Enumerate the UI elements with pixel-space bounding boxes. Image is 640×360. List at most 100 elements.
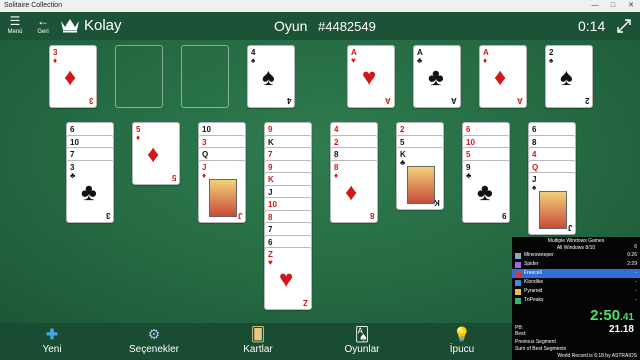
card-rank-bottom: 8 bbox=[369, 210, 374, 220]
world-record: World Record is 6:18 by ASTRAIOS bbox=[557, 353, 637, 359]
segment-timer: 21.18 bbox=[608, 324, 634, 335]
card-suit: ♦ bbox=[483, 56, 488, 65]
playing-card[interactable]: 3 ♦ ♦ 3 bbox=[49, 45, 97, 108]
card-center-suit: ♣ bbox=[477, 178, 493, 206]
playing-card[interactable]: 8 ♦ ♦ 8 bbox=[330, 159, 378, 223]
card-suit: ♣ bbox=[466, 170, 472, 180]
best-label: Best: bbox=[515, 331, 527, 337]
expand-icon[interactable] bbox=[616, 18, 632, 34]
card-suit: ♦ bbox=[53, 56, 58, 65]
cards-label: Kartlar bbox=[243, 344, 273, 355]
playing-card[interactable]: 3 ♣ ♣ 3 bbox=[66, 159, 114, 223]
options-button[interactable]: ⚙ Seçenekler bbox=[122, 325, 186, 358]
card-deck-icon: 🂠 bbox=[250, 326, 266, 342]
playing-card[interactable]: A ♦ ♦ A bbox=[479, 45, 527, 108]
split-time: 0:26 bbox=[627, 252, 637, 258]
playing-card[interactable]: Z ♥ ♥ Z bbox=[264, 247, 312, 310]
split-time: - bbox=[635, 279, 637, 285]
card-rank-bottom: 5 bbox=[171, 173, 176, 182]
main-timer-value: 2:50 bbox=[590, 307, 621, 324]
split-game-icon bbox=[515, 271, 521, 277]
games-button[interactable]: 🂡 Oyunlar bbox=[340, 325, 384, 358]
card-suit: ♦ bbox=[202, 170, 207, 180]
split-game-icon bbox=[515, 253, 521, 259]
hint-button[interactable]: 💡 İpucu bbox=[442, 325, 482, 358]
playing-card[interactable]: A ♥ ♥ A bbox=[347, 45, 395, 108]
split-name: Spider bbox=[524, 261, 539, 267]
card-rank-bottom: A bbox=[451, 96, 457, 105]
card-center-suit: ♦ bbox=[147, 141, 160, 168]
card-rank-bottom: 9 bbox=[501, 210, 506, 220]
split-row: Klondike - bbox=[512, 278, 640, 287]
card-suit: ♦ bbox=[334, 170, 339, 180]
empty-freecell[interactable] bbox=[181, 45, 229, 108]
main-timer-ms: .41 bbox=[620, 312, 634, 323]
card-center-suit: ♥ bbox=[362, 64, 377, 91]
split-name: Pyramid bbox=[524, 288, 543, 294]
options-label: Seçenekler bbox=[128, 344, 180, 355]
card-suit: ♠ bbox=[251, 56, 256, 65]
top-bar: ☰ Menü ← Geri Kolay Oyun #4482549 0:14 bbox=[0, 12, 640, 40]
games-label: Oyunlar bbox=[344, 344, 380, 355]
split-name: Klondike bbox=[524, 279, 544, 285]
card-suit: ♥ bbox=[351, 56, 356, 65]
playing-card[interactable]: J ♦ J bbox=[198, 159, 246, 223]
lightbulb-icon: 💡 bbox=[453, 326, 471, 342]
split-name: Freecell bbox=[524, 270, 542, 276]
card-suit: ♠ bbox=[532, 183, 537, 192]
split-row: Pyramid - bbox=[512, 287, 640, 296]
playing-card[interactable]: 4 ♠ ♠ 4 bbox=[247, 45, 295, 108]
split-row: Freecell - bbox=[512, 269, 640, 278]
back-button[interactable]: ← Geri bbox=[30, 14, 56, 38]
playing-card[interactable]: 9 ♣ ♣ 9 bbox=[462, 159, 510, 223]
playing-card[interactable]: K ♣ K bbox=[396, 147, 444, 210]
arrow-left-icon: ← bbox=[37, 14, 49, 28]
split-time: - bbox=[635, 270, 637, 276]
back-label: Geri bbox=[37, 29, 49, 35]
split-row: Spider 2:29 bbox=[512, 260, 640, 269]
sum-of-best: Sum of Best Segments bbox=[515, 346, 567, 352]
card-rank-bottom: A bbox=[517, 96, 523, 105]
split-time: 2:29 bbox=[627, 261, 637, 267]
window-titlebar: Solitaire Collection — □ ✕ bbox=[0, 0, 640, 12]
split-time: - bbox=[635, 288, 637, 294]
hamburger-icon: ☰ bbox=[9, 14, 21, 28]
card-suit: ♣ bbox=[417, 56, 423, 65]
split-name: Minesweeper bbox=[524, 252, 554, 258]
window-title: Solitaire Collection bbox=[4, 2, 62, 9]
game-id: #4482549 bbox=[318, 19, 376, 34]
playing-card[interactable]: 2 ♠ ♠ 2 bbox=[545, 45, 593, 108]
face-card-art bbox=[539, 191, 567, 229]
card-rank-bottom: 3 bbox=[105, 210, 110, 220]
new-game-button[interactable]: ✚ Yeni bbox=[30, 325, 74, 358]
splits-subtitle: All Windows 8/10 bbox=[556, 245, 596, 251]
menu-button[interactable]: ☰ Menü bbox=[2, 14, 28, 38]
new-game-label: Yeni bbox=[42, 344, 62, 355]
card-suit: ♣ bbox=[400, 158, 406, 167]
split-time: - bbox=[635, 297, 637, 303]
cards-fan-icon: 🂡 bbox=[354, 326, 370, 342]
playing-card[interactable]: A ♣ ♣ A bbox=[413, 45, 461, 108]
empty-freecell[interactable] bbox=[115, 45, 163, 108]
cards-button[interactable]: 🂠 Kartlar bbox=[236, 325, 280, 358]
split-game-icon bbox=[515, 298, 521, 304]
menu-label: Menü bbox=[7, 29, 23, 35]
playing-card[interactable]: 5 ♦ ♦ 5 bbox=[132, 122, 180, 185]
playing-card[interactable]: J ♠ J bbox=[528, 172, 576, 235]
maximize-button[interactable]: □ bbox=[604, 0, 622, 12]
card-rank-bottom: K bbox=[434, 198, 440, 207]
previous-segment: Previous Segment bbox=[515, 339, 556, 345]
card-rank-bottom: Z bbox=[303, 298, 308, 307]
face-card-art bbox=[407, 166, 435, 204]
card-suit: ♠ bbox=[549, 56, 554, 65]
minimize-button[interactable]: — bbox=[586, 0, 604, 12]
difficulty-label: Kolay bbox=[84, 17, 122, 34]
crown-icon bbox=[61, 19, 79, 33]
split-name: TriPeaks bbox=[524, 297, 544, 303]
card-rank-bottom: 4 bbox=[286, 96, 291, 105]
card-center-suit: ♥ bbox=[279, 266, 294, 293]
hint-label: İpucu bbox=[449, 344, 475, 355]
card-center-suit: ♣ bbox=[81, 178, 97, 206]
close-button[interactable]: ✕ bbox=[622, 0, 640, 12]
splits-attempts: 6 bbox=[634, 244, 637, 250]
